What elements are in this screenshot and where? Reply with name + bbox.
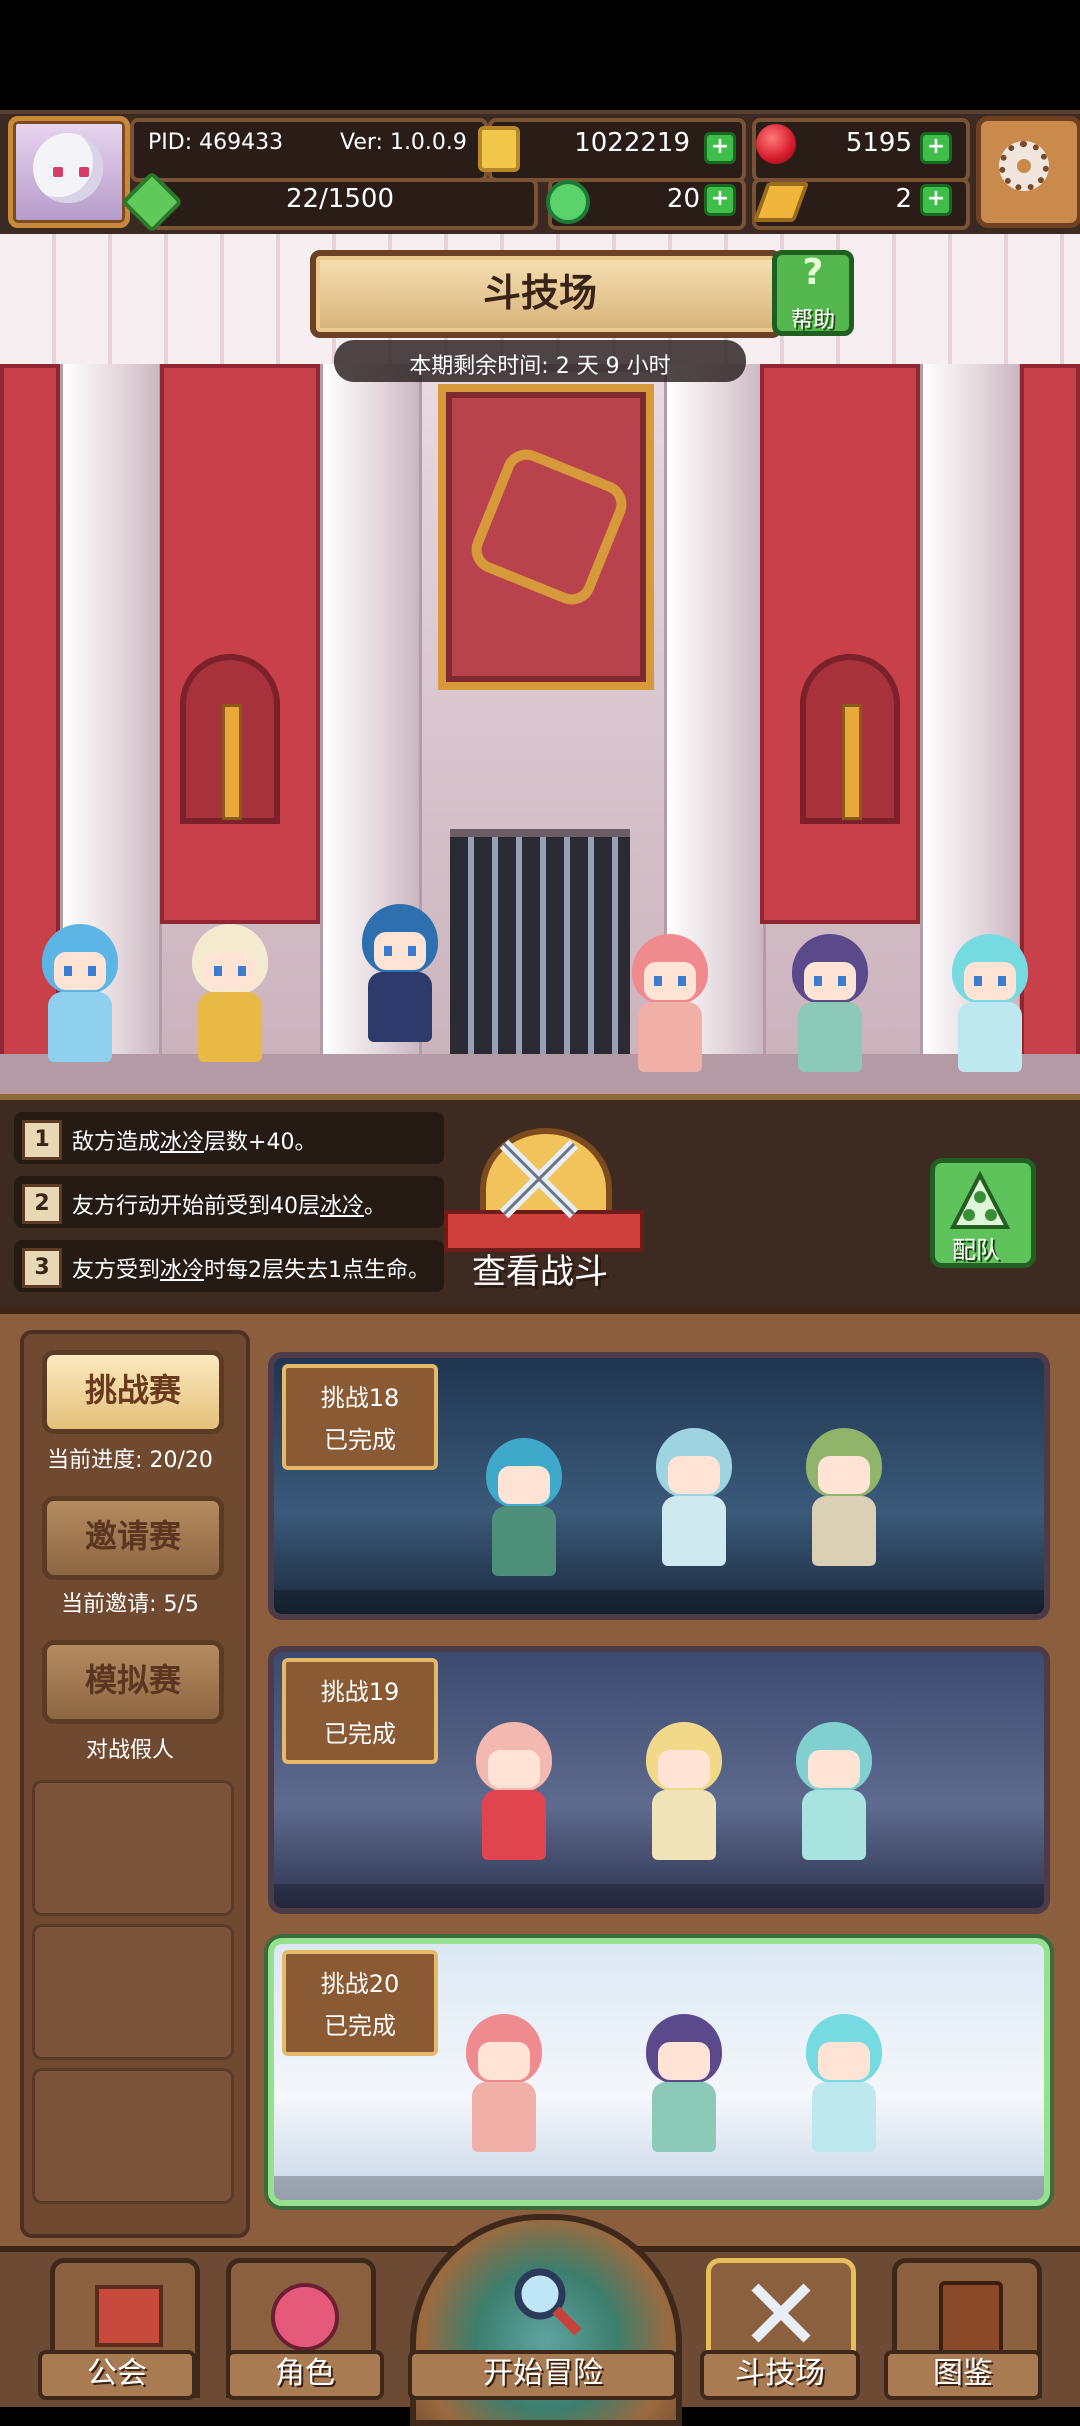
status-bar-area [0,0,1080,110]
rule-item: 2 友方行动开始前受到40层冰冷。 [14,1176,444,1228]
hero-sprite [610,924,730,1074]
invite-mode-button[interactable]: 邀请赛 [42,1496,224,1580]
enemy-sprite [454,1712,574,1862]
challenge-tag: 挑战18 已完成 [282,1364,438,1470]
magnifier-icon [514,2268,582,2336]
clover-amount: 20 [666,184,700,214]
rule-item: 3 友方受到冰冷时每2层失去1点生命。 [14,1240,444,1292]
enemy-sprite [464,1428,584,1578]
challenge-status: 已完成 [324,1720,396,1748]
enemy-sprite [624,2004,744,2154]
card-floor [274,2176,1044,2200]
challenge-card[interactable]: 挑战18 已完成 [268,1352,1050,1620]
enemy-sprite [634,1418,754,1568]
challenge-tag: 挑战20 已完成 [282,1950,438,2056]
rule-item: 1 敌方造成冰冷层数+40。 [14,1112,444,1164]
view-battle-label: 查看战斗 [472,1252,608,1292]
sword-icon [222,704,242,820]
player-id: PID: 469433 [148,130,284,155]
challenge-status: 已完成 [324,2012,396,2040]
rule-text: 友方行动开始前受到40层冰冷。 [72,1194,387,1219]
game-version: Ver: 1.0.0.9 [340,130,467,155]
ticket-amount: 2 [895,184,912,214]
rule-number: 3 [22,1248,62,1288]
rule-number: 2 [22,1184,62,1224]
page-title: 斗技场 [482,271,597,315]
hero-sprite [930,924,1050,1074]
crossed-swords-icon [499,1139,579,1219]
simulation-mode-button[interactable]: 模拟赛 [42,1640,224,1724]
challenge-tag: 挑战19 已完成 [282,1658,438,1764]
challenge-card-selected[interactable]: 挑战20 已完成 [268,1938,1050,2206]
rule-text: 友方受到冰冷时每2层失去1点生命。 [72,1258,431,1283]
guild-house-icon [95,2285,163,2347]
challenge-card[interactable]: 挑战19 已完成 [268,1646,1050,1914]
rule-number: 1 [22,1120,62,1160]
crossed-swords-icon [751,2283,811,2343]
add-gold-button[interactable]: + [704,132,736,164]
season-timer-text: 本期剩余时间: 2 天 9 小时 [409,354,671,379]
enemy-sprite [774,1712,894,1862]
wall [760,364,920,924]
wall [160,364,320,924]
team-label: 配队 [952,1236,1000,1264]
challenge-progress: 当前进度: 20/20 [47,1448,213,1473]
challenge-title: 挑战19 [320,1678,400,1706]
question-icon: ? [802,252,824,293]
card-floor [274,1884,1044,1908]
nav-characters-label: 角色 [226,2350,384,2400]
nav-start-adventure-label: 开始冒险 [408,2350,678,2400]
arena-banner [438,384,654,690]
empty-mode-slot [32,2068,234,2204]
add-clover-button[interactable]: + [704,184,736,216]
nav-guild-label: 公会 [38,2350,196,2400]
empty-mode-slot [32,1780,234,1916]
enemy-sprite [784,1418,904,1568]
challenge-mode-button[interactable]: 挑战赛 [42,1350,224,1434]
challenge-title: 挑战20 [320,1970,400,1998]
character-icon [271,2283,339,2351]
sword-icon [842,704,862,820]
team-icon [949,1171,1011,1229]
rule-text: 敌方造成冰冷层数+40。 [72,1130,317,1155]
enemy-sprite [784,2004,904,2154]
ruby-amount: 5195 [845,128,912,158]
gold-amount: 1022219 [574,128,690,158]
avatar-icon[interactable] [8,116,130,228]
nav-encyclopedia-label: 图鉴 [884,2350,1042,2400]
add-ticket-button[interactable]: + [920,184,952,216]
ruby-icon [756,124,796,164]
clover-icon [546,180,590,224]
hero-sprite [340,894,460,1044]
card-floor [274,1590,1044,1614]
settings-button[interactable] [976,116,1080,228]
help-label: 帮助 [790,308,835,333]
enemy-sprite [624,1712,744,1862]
invite-progress: 当前邀请: 5/5 [61,1592,199,1617]
stamina-amount: 22/1500 [285,184,394,214]
hero-sprite [170,914,290,1064]
challenge-title: 挑战18 [320,1384,400,1412]
empty-mode-slot [32,1924,234,2060]
gold-coin-icon [478,126,520,172]
gear-icon [999,141,1049,191]
nav-arena-label: 斗技场 [700,2350,860,2400]
hero-sprite [20,914,140,1064]
challenge-status: 已完成 [324,1426,396,1454]
add-ruby-button[interactable]: + [920,132,952,164]
hero-sprite [770,924,890,1074]
enemy-sprite [444,2004,564,2154]
arena-floor [0,1054,1080,1094]
book-icon [939,2281,1003,2355]
simulation-subtitle: 对战假人 [85,1738,174,1763]
